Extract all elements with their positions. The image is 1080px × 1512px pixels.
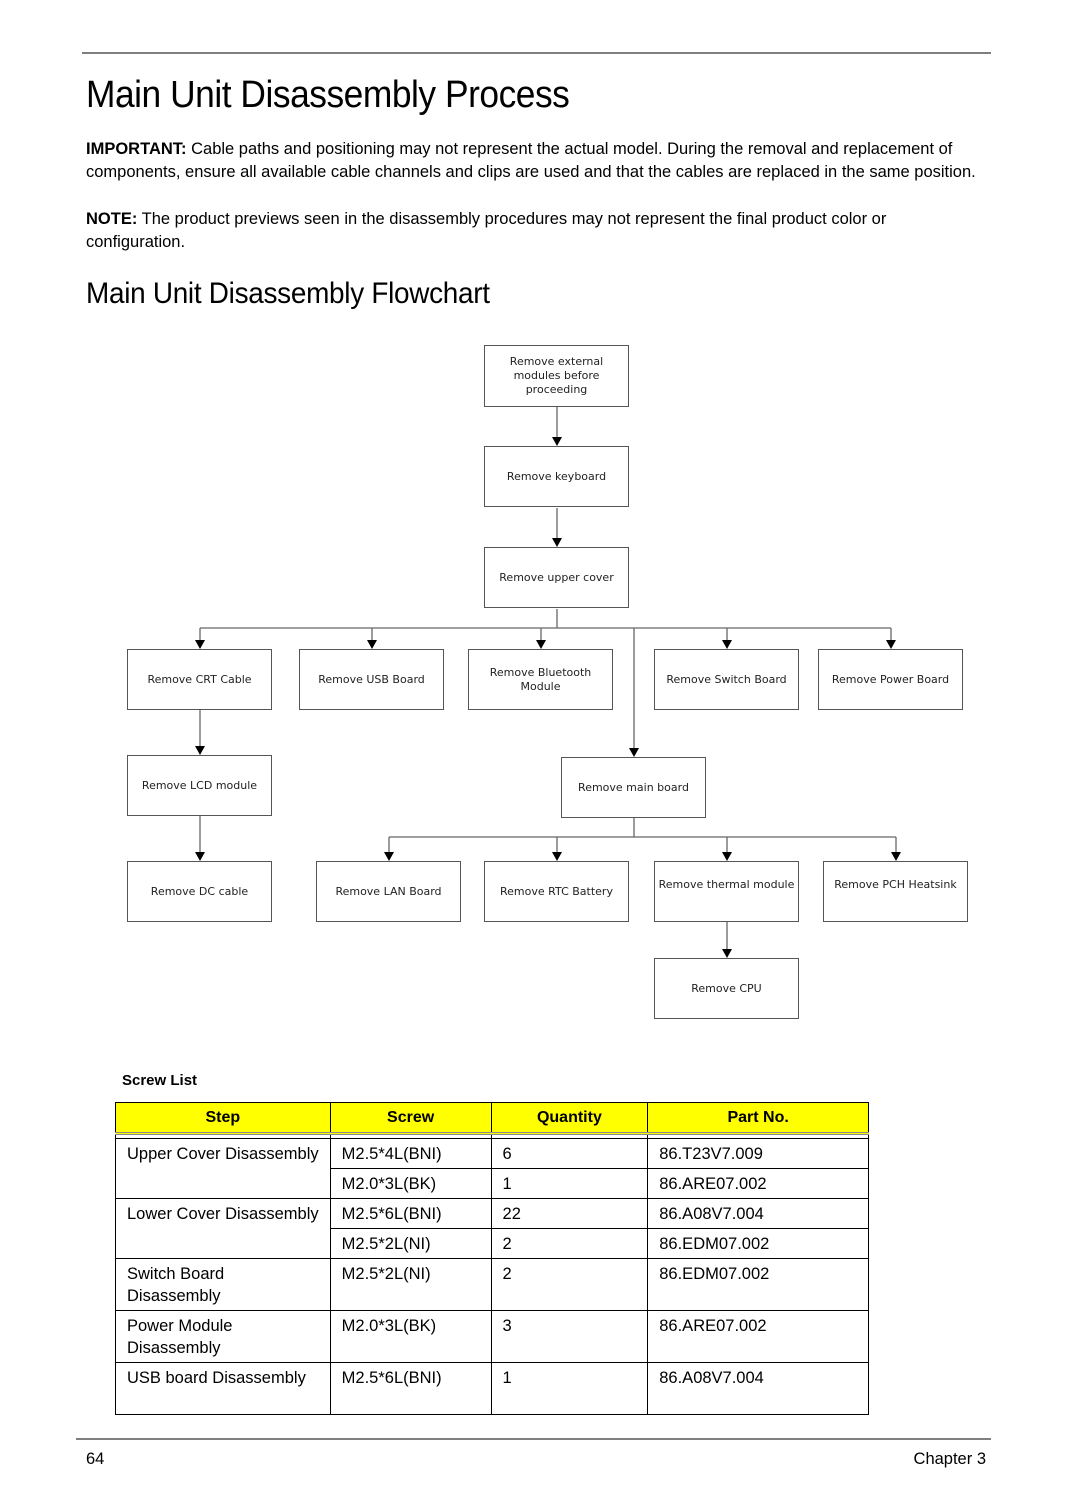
arrowhead-icon — [552, 437, 562, 446]
part-no-cell: 86.T23V7.009 — [647, 1138, 869, 1169]
flow-node-external: Remove external modules before proceedin… — [484, 345, 629, 407]
flow-node-lcd-module: Remove LCD module — [127, 755, 272, 816]
table-row: Switch Board Disassembly M2.5*2L(NI) 2 8… — [115, 1258, 869, 1311]
note-paragraph: NOTE: The product previews seen in the d… — [86, 208, 976, 253]
screw-cell: M2.5*2L(NI) — [329, 1228, 492, 1259]
table-row: Power Module Disassembly M2.0*3L(BK) 3 8… — [115, 1310, 869, 1363]
flow-node-usb-board: Remove USB Board — [299, 649, 444, 710]
step-cell: Switch Board Disassembly — [115, 1258, 331, 1311]
note-label: NOTE: — [86, 210, 138, 228]
step-cell: Upper Cover Disassembly — [115, 1138, 331, 1199]
part-no-cell: 86.ARE07.002 — [647, 1168, 869, 1199]
quantity-cell: 2 — [490, 1228, 649, 1259]
arrowhead-icon — [195, 746, 205, 755]
step-cell: Power Module Disassembly — [115, 1310, 331, 1363]
important-label: IMPORTANT: — [86, 140, 187, 158]
column-header-quantity: Quantity — [490, 1102, 649, 1135]
screw-list-title: Screw List — [122, 1072, 198, 1089]
flow-node-bluetooth: Remove Bluetooth Module — [468, 649, 613, 710]
arrowhead-icon — [722, 852, 732, 861]
flow-node-upper-cover: Remove upper cover — [484, 547, 629, 608]
step-cell: USB board Disassembly — [115, 1362, 331, 1415]
screw-cell: M2.5*4L(BNI) — [329, 1138, 492, 1169]
flow-node-lan-board: Remove LAN Board — [316, 861, 461, 922]
table-row: USB board Disassembly M2.5*6L(BNI) 1 86.… — [115, 1362, 869, 1415]
quantity-cell: 2 — [490, 1258, 649, 1311]
flow-node-thermal: Remove thermal module — [654, 861, 799, 922]
flow-node-rtc-battery: Remove RTC Battery — [484, 861, 629, 922]
step-cell: Lower Cover Disassembly — [115, 1198, 331, 1259]
flow-node-dc-cable: Remove DC cable — [127, 861, 272, 922]
flowchart-title: Main Unit Disassembly Flowchart — [86, 277, 490, 310]
flow-node-switch-board: Remove Switch Board — [654, 649, 799, 710]
part-no-cell: 86.ARE07.002 — [647, 1310, 869, 1363]
arrowhead-icon — [629, 748, 639, 757]
arrowhead-icon — [536, 640, 546, 649]
arrowhead-icon — [552, 538, 562, 547]
page-number: 64 — [86, 1450, 105, 1468]
arrowhead-icon — [195, 852, 205, 861]
part-no-cell: 86.EDM07.002 — [647, 1228, 869, 1259]
table-header-row: Step Screw Quantity Part No. — [115, 1102, 869, 1135]
quantity-cell: 1 — [490, 1362, 649, 1415]
arrowhead-icon — [891, 852, 901, 861]
flow-node-crt-cable: Remove CRT Cable — [127, 649, 272, 710]
quantity-cell: 3 — [490, 1310, 649, 1363]
arrowhead-icon — [722, 640, 732, 649]
table-row: Upper Cover Disassembly M2.5*4L(BNI) 6 8… — [115, 1138, 869, 1199]
flow-node-keyboard: Remove keyboard — [484, 446, 629, 507]
chapter-label: Chapter 3 — [913, 1450, 986, 1468]
arrowhead-icon — [552, 852, 562, 861]
flow-node-power-board: Remove Power Board — [818, 649, 963, 710]
arrowhead-icon — [722, 949, 732, 958]
flow-node-main-board: Remove main board — [561, 757, 706, 818]
footer-rule — [76, 1438, 991, 1440]
arrowhead-icon — [384, 852, 394, 861]
quantity-cell: 22 — [490, 1198, 649, 1229]
quantity-cell: 6 — [490, 1138, 649, 1169]
screw-cell: M2.0*3L(BK) — [329, 1310, 492, 1363]
important-text: Cable paths and positioning may not repr… — [86, 140, 976, 181]
screw-cell: M2.0*3L(BK) — [329, 1168, 492, 1199]
quantity-cell: 1 — [490, 1168, 649, 1199]
column-header-part-no: Part No. — [647, 1102, 869, 1135]
flow-node-pch-heatsink: Remove PCH Heatsink — [823, 861, 968, 922]
arrowhead-icon — [195, 640, 205, 649]
part-no-cell: 86.EDM07.002 — [647, 1258, 869, 1311]
page-title: Main Unit Disassembly Process — [86, 74, 570, 116]
screw-list-table: Step Screw Quantity Part No. Upper Cover… — [115, 1102, 869, 1415]
screw-cell: M2.5*6L(BNI) — [329, 1198, 492, 1229]
screw-cell: M2.5*6L(BNI) — [329, 1362, 492, 1415]
table-row: Lower Cover Disassembly M2.5*6L(BNI) 22 … — [115, 1198, 869, 1259]
part-no-cell: 86.A08V7.004 — [647, 1198, 869, 1229]
arrowhead-icon — [367, 640, 377, 649]
part-no-cell: 86.A08V7.004 — [647, 1362, 869, 1415]
flow-node-cpu: Remove CPU — [654, 958, 799, 1019]
header-rule — [82, 52, 991, 54]
arrowhead-icon — [886, 640, 896, 649]
column-header-screw: Screw — [329, 1102, 492, 1135]
column-header-step: Step — [115, 1102, 331, 1135]
note-text: The product previews seen in the disasse… — [86, 210, 887, 251]
important-paragraph: IMPORTANT: Cable paths and positioning m… — [86, 138, 976, 183]
screw-cell: M2.5*2L(NI) — [329, 1258, 492, 1311]
